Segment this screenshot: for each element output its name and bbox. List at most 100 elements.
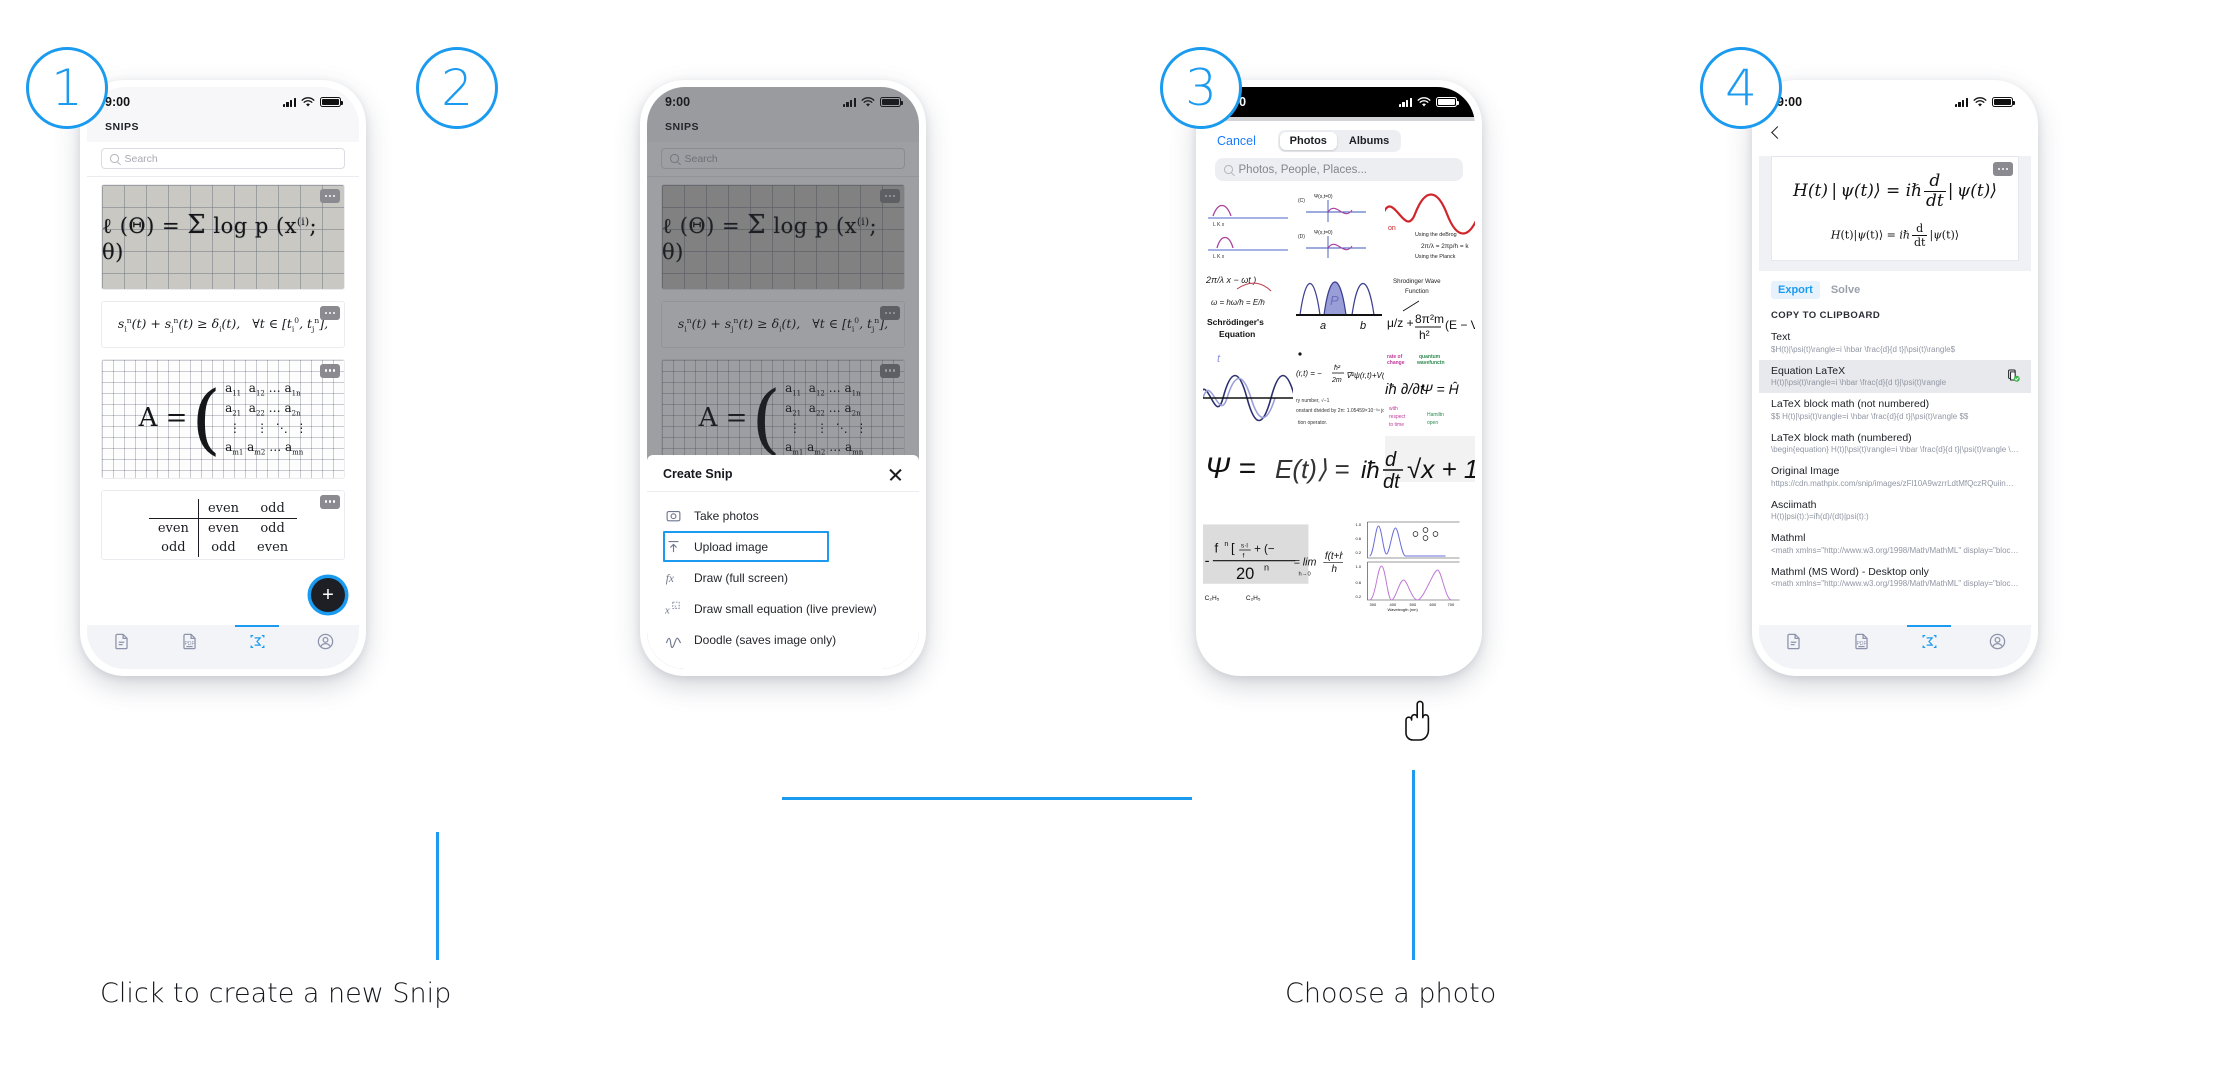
svg-text:L K x: L K x [1213,254,1225,260]
tab-profile[interactable] [291,632,359,651]
section-title-copy-to-clipboard: COPY TO CLIPBOARD [1771,310,1881,321]
tab-pdf[interactable]: PDF [1827,632,1895,651]
create-snip-sheet: Create Snip Take photos Upload image fx … [647,455,919,669]
menu-item-take-photos[interactable]: Take photos [647,500,919,531]
menu-item-label: Draw small equation (live preview) [694,601,877,616]
photo-thumb[interactable]: on Using the deBrog 2π/λ = 2πp/h = k Using … [1385,188,1475,266]
svg-text:with: with [1389,406,1398,412]
step-badge-3: 3 [1160,47,1242,129]
connector-line-step2 [782,797,1192,800]
more-options-icon[interactable] [320,306,340,320]
search-input[interactable]: Search [101,148,345,169]
menu-item-draw-small-equation[interactable]: xx Draw small equation (live preview) [647,593,919,624]
photo-thumb[interactable]: -fn[s·lf+ (−20n= limh→0f(t+h)−fhC₂H₅C₂H₅ [1203,516,1344,612]
sigma-scan-icon [250,635,264,648]
create-snip-menu[interactable]: Take photos Upload image fx Draw (full s… [647,492,919,669]
tab-snips[interactable] [1895,625,1963,651]
export-solve-tabs[interactable]: Export Solve [1759,271,2031,304]
bottom-tab-bar[interactable]: PDF [87,625,359,669]
photo-thumb[interactable]: L K x L K x [1203,188,1293,266]
menu-item-draw-full-screen[interactable]: fx Draw (full screen) [647,562,919,593]
photo-thumb[interactable]: rate of change quantum wavefunctn iħ ∂/∂t Ψ =… [1385,346,1475,436]
tab-documents[interactable] [87,632,155,651]
svg-text:on: on [1388,225,1396,232]
create-snip-fab[interactable]: + [311,578,345,612]
segment-albums[interactable]: Albums [1339,132,1399,150]
segment-photos[interactable]: Photos [1279,132,1337,150]
phone2-screen: 9:00 SNIPS Search ℓ (Θ) = Σ log p (x(i);… [647,87,919,669]
menu-item-doodle[interactable]: Doodle (saves image only) [647,624,919,655]
svg-text:iħ: iħ [1361,457,1380,484]
tab-documents[interactable] [1759,632,1827,651]
bottom-tab-bar[interactable]: PDF [1759,625,2031,669]
tab-solve[interactable]: Solve [1824,281,1867,299]
snip-card-matrix[interactable]: A = ( a11 a12 … a1n a21 a22 … a2n ⋮ ⋮ ⋱ … [101,358,345,479]
tab-snips[interactable] [223,625,291,651]
search-icon [1224,165,1233,174]
photo-thumb-wide[interactable]: Ψ = E(t)⟩ = iħddt √x + 15 = [1203,436,1475,516]
equation-rendered: H(t)|ψ(t)⟩ = iℏ d dt |ψ(t)⟩ [1830,222,1960,249]
back-chevron-icon[interactable] [1771,125,1784,139]
copy-success-icon[interactable] [2007,368,2020,382]
profile-icon [317,633,333,650]
step-number: 1 [51,59,83,117]
svg-text:change: change [1387,360,1405,366]
photo-thumb[interactable]: t [1203,346,1293,436]
clipboard-item-value: https://cdn.mathpix.com/snip/images/zFl1… [1771,478,2019,488]
clipboard-item-mathml[interactable]: Mathml <math xmlns="http://www.w3.org/19… [1759,527,2031,561]
step-badge-2: 2 [416,47,498,129]
step-number: 4 [1725,59,1757,117]
menu-item-upload-image[interactable]: Upload image [663,531,829,562]
more-options-icon[interactable] [320,363,340,378]
photo-thumb[interactable]: Pa b [1294,267,1384,345]
snip-card-grid[interactable]: ℓ (Θ) = Σ log p (x(i); θ) [101,184,345,290]
tab-pdf[interactable]: PDF [155,632,223,651]
cancel-button[interactable]: Cancel [1217,134,1256,148]
svg-text:∇²ψ(r,t)+V(r,: ∇²ψ(r,t)+V(r, [1346,371,1384,380]
svg-text:iħ ∂/∂t: iħ ∂/∂t [1385,381,1425,398]
clipboard-item-asciimath[interactable]: Asciimath H(t)|psi(t):)=iħ(d)/(dt)|psi(t… [1759,494,2031,528]
clipboard-item-value: $H(t)|\psi(t)\rangle=i \hbar \frac{d}{d … [1771,344,1956,354]
more-options-icon[interactable] [1993,162,2013,176]
snip-card-formula[interactable]: sin(t) + sjn(t) ≥ δi(t), ∀t ∈ [ti0, tjn]… [101,301,345,348]
photos-albums-segmented-control[interactable]: Photos Albums [1277,130,1402,152]
photo-search-input[interactable]: Photos, People, Places... [1215,158,1463,181]
photo-thumb[interactable]: 1.0 0.6 0.2 1.0 0.6 0.2 300 400 500 600 700 Wavelen… [1344,516,1475,612]
snip-card-truth-table[interactable]: even odd even even odd odd odd even [101,489,345,560]
phone4-screen: 9:00 H(t) | ψ(t)⟩ = iℏ d dt | ψ(t)⟩ H(t)… [1759,87,2031,669]
clipboard-item-mathml-msword[interactable]: Mathml (MS Word) - Desktop only <math xm… [1759,561,2031,595]
photo-picker-toolbar: Cancel Photos Albums [1203,121,1475,158]
photo-grid[interactable]: L K x L K x (C) Ψ(x,t=0) (D) Ψ(x,t=0) on Usin… [1203,188,1475,436]
close-icon[interactable] [888,466,903,481]
clipboard-item-title: Original Image [1771,465,1840,477]
photo-thumb[interactable]: (r,t) = − ħ² 2m ∇²ψ(r,t)+V(r, ry number, √−1… [1294,346,1384,436]
clipboard-item-title: Asciimath [1771,498,1817,511]
clipboard-item-original-image[interactable]: Original Image https://cdn.mathpix.com/s… [1759,460,2031,494]
svg-text:n: n [1264,563,1269,573]
svg-text:Wavelength (nm): Wavelength (nm) [1388,607,1419,612]
search-row: Search [87,142,359,177]
clipboard-item-block-math-unnumbered[interactable]: LaTeX block math (not numbered) $$ H(t)|… [1759,393,2031,427]
clipboard-item-block-math-numbered[interactable]: LaTeX block math (numbered) \begin{equat… [1759,427,2031,461]
photo-thumb[interactable]: (C) Ψ(x,t=0) (D) Ψ(x,t=0) [1294,188,1384,266]
svg-text:Function: Function [1405,288,1429,295]
photo-thumb[interactable]: 2π/λ x − ωt ) ω = hω/h = E/h Schrödinger's… [1203,267,1293,345]
clipboard-item-title: Equation LaTeX [1771,364,1846,377]
more-options-icon[interactable] [320,494,340,509]
tab-export[interactable]: Export [1771,281,1820,299]
clipboard-item-equation-latex[interactable]: Equation LaTeX H(t)|\psi(t)\rangle=i \hb… [1759,359,2031,393]
phone-mockup-4: 9:00 H(t) | ψ(t)⟩ = iℏ d dt | ψ(t)⟩ H(t)… [1752,80,2038,676]
svg-text:0.2: 0.2 [1356,594,1362,599]
photo-thumb[interactable]: Shrodinger Wave Function μ/z +8π²m h² (E − V [1385,267,1475,345]
svg-text:+ (−: + (− [1254,543,1275,555]
phone-mockup-2: 9:00 SNIPS Search ℓ (Θ) = Σ log p (x(i);… [640,80,926,676]
more-options-icon[interactable] [320,189,340,203]
clipboard-item-value: $$ H(t)|\psi(t)\rangle=i \hbar \frac{d}{… [1771,411,1969,421]
svg-text:fx: fx [666,573,674,585]
hand-cursor-icon [1405,700,1430,741]
clipboard-item-text[interactable]: Text $H(t)|\psi(t)\rangle=i \hbar \frac{… [1759,326,2031,360]
clipboard-list[interactable]: Text $H(t)|\psi(t)\rangle=i \hbar \frac{… [1759,326,2031,594]
snip-thumbnail-handwritten: ℓ (Θ) = Σ log p (x(i); θ) [102,185,344,289]
battery-icon [1436,96,1460,108]
tab-profile[interactable] [1963,632,2031,651]
